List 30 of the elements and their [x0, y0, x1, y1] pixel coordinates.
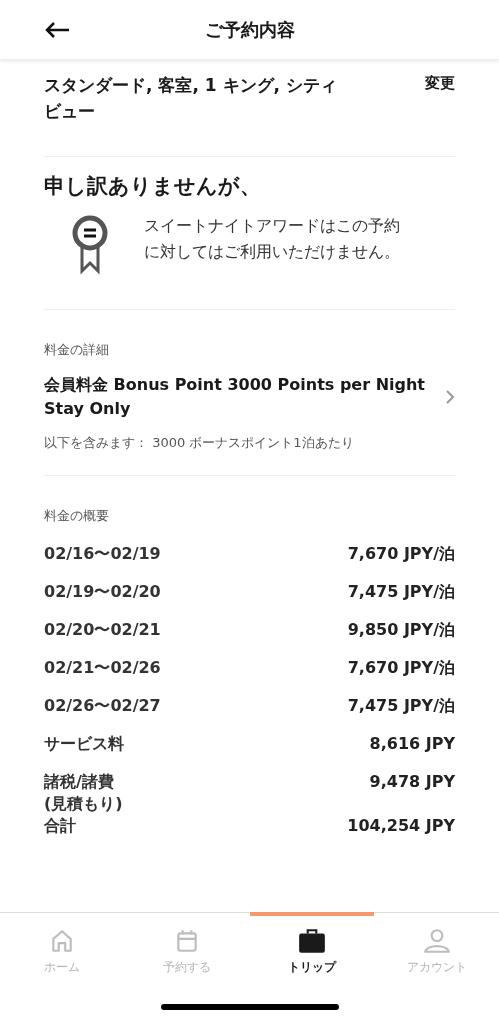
summary-label: 02/16〜02/19 [44, 543, 161, 565]
section-label: 料金の詳細 [44, 340, 110, 359]
summary-amount: 8,616 JPY [369, 733, 455, 755]
summary-label: サービス料 [44, 733, 124, 755]
notice-heading: 申し訳ありませんが、 [44, 173, 262, 200]
summary-amount: 7,475 JPY/泊 [347, 581, 455, 603]
summary-amount: 7,670 JPY/泊 [347, 657, 455, 679]
summary-label: 合計 [44, 815, 76, 837]
back-arrow-icon[interactable] [44, 20, 70, 39]
rate-includes: 以下を含みます： 3000 ボーナスポイント1泊あたり [44, 434, 355, 452]
chevron-right-icon [445, 389, 455, 405]
summary-label: 02/19〜02/20 [44, 581, 161, 603]
briefcase-icon [296, 928, 327, 954]
person-icon [422, 928, 451, 954]
summary-label: 02/20〜02/21 [44, 619, 161, 641]
award-ribbon-icon [72, 214, 108, 275]
summary-amount: 104,254 JPY [347, 815, 455, 837]
notice-message: スイートナイトアワードはこの予約に対してはご利用いただけません。 [144, 214, 401, 263]
change-link[interactable]: 変更 [425, 72, 455, 124]
summary-amount: 7,670 JPY/泊 [347, 543, 455, 565]
section-label: 料金の概要 [44, 506, 110, 525]
tab-bar-item[interactable]: トリップ [249, 912, 375, 989]
room-name: スタンダード, 客室, 1 キング, シティビュー [44, 74, 338, 123]
summary-label: 02/26〜02/27 [44, 695, 161, 717]
summary-amount: 9,478 JPY [369, 771, 455, 793]
summary-amount: 9,850 JPY/泊 [347, 619, 455, 641]
summary-label: 02/21〜02/26 [44, 657, 161, 679]
summary-label: 諸税/諸費 (見積もり) [44, 771, 123, 815]
page-title: ご予約内容 [204, 18, 295, 42]
summary-amount: 7,475 JPY/泊 [347, 695, 455, 717]
